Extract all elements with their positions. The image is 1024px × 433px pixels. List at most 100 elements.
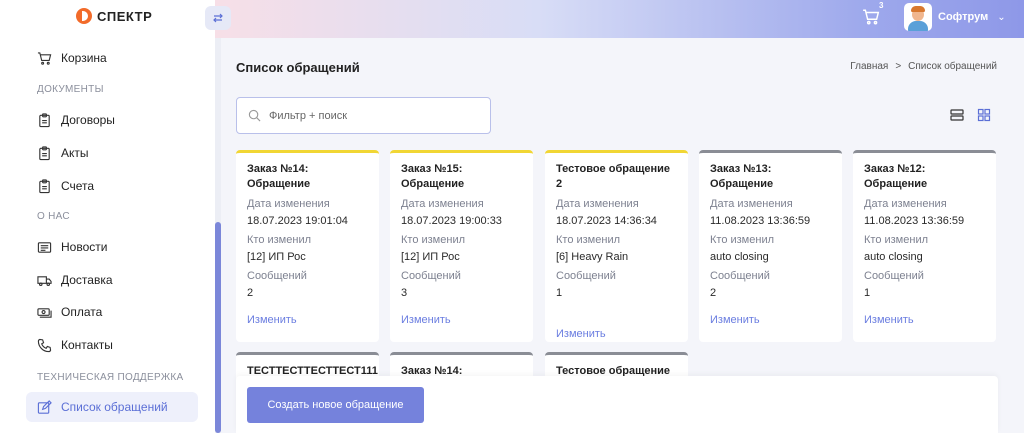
sidebar-item-delivery[interactable]: Доставка	[26, 265, 198, 295]
edit-link[interactable]: Изменить	[556, 328, 677, 340]
cart-count-badge: 3	[879, 1, 884, 10]
breadcrumb-current: Список обращений	[908, 61, 997, 72]
changed-by-value: [12] ИП Рос	[401, 251, 460, 263]
date-label: Дата изменения	[401, 198, 484, 210]
search-input[interactable]	[269, 109, 469, 122]
edit-link[interactable]: Изменить	[864, 314, 985, 326]
page-title: Список обращений	[236, 60, 360, 75]
sidebar-scrollbar-thumb[interactable]	[215, 222, 221, 433]
sidebar-item-label: Счета	[61, 179, 95, 193]
sidebar-item-payment[interactable]: Оплата	[26, 297, 198, 327]
clipboard-icon	[39, 145, 50, 160]
date-label: Дата изменения	[247, 198, 330, 210]
edit-link[interactable]: Изменить	[710, 314, 831, 326]
sidebar-item-tickets[interactable]: Список обращений	[26, 392, 198, 422]
changed-by-label: Кто изменил	[710, 234, 775, 246]
messages-label: Сообщений	[401, 270, 461, 282]
sidebar-section-support: ТЕХНИЧЕСКАЯ ПОДДЕРЖКА	[37, 372, 184, 383]
cart-icon	[863, 9, 880, 25]
avatar	[904, 3, 932, 31]
ticket-card: Заказ №12: Обращение Дата изменения 11.0…	[853, 150, 996, 342]
ticket-card: Заказ №13: Обращение Дата изменения 11.0…	[699, 150, 842, 342]
messages-label: Сообщений	[710, 270, 770, 282]
create-ticket-button[interactable]: Создать новое обращение	[247, 387, 424, 423]
messages-value: 2	[247, 287, 254, 299]
sidebar-item-contracts[interactable]: Договоры	[26, 105, 198, 135]
date-value: 18.07.2023 19:01:04	[247, 215, 348, 227]
search-icon	[248, 109, 261, 122]
logo[interactable]: СПЕКТР	[76, 8, 152, 24]
edit-icon	[37, 399, 52, 414]
phone-icon	[37, 338, 52, 352]
chevron-down-icon: ⌄	[997, 11, 1006, 23]
breadcrumb-home[interactable]: Главная	[850, 61, 888, 72]
changed-by-label: Кто изменил	[556, 234, 621, 246]
ticket-title: Тестовое обращение 2	[556, 163, 671, 190]
cart-icon	[37, 51, 52, 65]
sidebar-item-invoices[interactable]: Счета	[26, 171, 198, 201]
sidebar-item-news[interactable]: Новости	[26, 232, 198, 262]
breadcrumb: Главная > Список обращений	[850, 61, 997, 72]
grid-view-button[interactable]	[977, 108, 991, 122]
list-view-icon	[950, 109, 964, 121]
sidebar-item-acts[interactable]: Акты	[26, 138, 198, 168]
clipboard-icon	[39, 178, 50, 193]
sidebar-section-documents: ДОКУМЕНТЫ	[37, 84, 104, 95]
ticket-title: Заказ №12: Обращение	[864, 163, 928, 190]
ticket-card: Тестовое обращение 2 Дата изменения 18.0…	[545, 150, 688, 342]
money-icon	[37, 307, 52, 318]
sidebar-section-about: О НАС	[37, 211, 70, 222]
sidebar-item-cart[interactable]: Корзина	[26, 43, 198, 73]
messages-label: Сообщений	[556, 270, 616, 282]
sidebar-item-label: Новости	[61, 240, 108, 254]
ticket-card: Заказ №14: Обращение Дата изменения 18.0…	[236, 150, 379, 342]
edit-link[interactable]: Изменить	[401, 314, 522, 326]
edit-link[interactable]: Изменить	[247, 314, 368, 326]
user-name: Софтрум	[938, 11, 989, 23]
messages-value: 2	[710, 287, 717, 299]
truck-icon	[37, 275, 52, 286]
sidebar-item-label: Акты	[61, 146, 89, 160]
newspaper-icon	[37, 241, 52, 253]
swap-arrows-icon	[213, 13, 223, 23]
date-label: Дата изменения	[710, 198, 793, 210]
messages-value: 3	[401, 287, 408, 299]
sidebar-toggle-button[interactable]	[205, 6, 231, 30]
breadcrumb-separator: >	[895, 61, 902, 72]
date-value: 11.08.2023 13:36:59	[710, 215, 811, 227]
date-value: 11.08.2023 13:36:59	[864, 215, 965, 227]
sidebar-item-label: Оплата	[61, 305, 103, 319]
messages-label: Сообщений	[864, 270, 924, 282]
sidebar-item-label: Договоры	[61, 113, 115, 127]
list-view-button[interactable]	[950, 108, 964, 122]
ticket-title: Заказ №14: Обращение	[247, 163, 311, 190]
top-header	[215, 0, 1024, 38]
messages-value: 1	[864, 287, 871, 299]
clipboard-icon	[39, 112, 50, 127]
changed-by-label: Кто изменил	[401, 234, 466, 246]
logo-text: СПЕКТР	[97, 8, 153, 24]
user-menu[interactable]: Софтрум ⌄	[904, 3, 1006, 31]
date-value: 18.07.2023 19:00:33	[401, 215, 502, 227]
sidebar-item-label: Список обращений	[61, 400, 168, 414]
sidebar-item-label: Доставка	[61, 273, 113, 287]
grid-view-icon	[977, 108, 991, 122]
ticket-title: Заказ №13: Обращение	[710, 163, 774, 190]
changed-by-value: auto closing	[710, 251, 769, 263]
sidebar-item-label: Контакты	[61, 338, 113, 352]
sidebar: СПЕКТР Корзина ДОКУМЕНТЫ Договоры Акты С…	[0, 0, 215, 433]
changed-by-label: Кто изменил	[864, 234, 929, 246]
changed-by-label: Кто изменил	[247, 234, 312, 246]
search-field[interactable]	[236, 97, 491, 134]
date-label: Дата изменения	[864, 198, 947, 210]
header-cart-button[interactable]	[862, 8, 882, 28]
sidebar-item-label: Корзина	[61, 51, 107, 65]
date-value: 18.07.2023 14:36:34	[556, 215, 657, 227]
logo-mark-icon	[76, 8, 92, 24]
sidebar-item-contacts[interactable]: Контакты	[26, 330, 198, 360]
changed-by-value: [6] Heavy Rain	[556, 251, 629, 263]
messages-label: Сообщений	[247, 270, 307, 282]
date-label: Дата изменения	[556, 198, 639, 210]
changed-by-value: auto closing	[864, 251, 923, 263]
changed-by-value: [12] ИП Рос	[247, 251, 306, 263]
